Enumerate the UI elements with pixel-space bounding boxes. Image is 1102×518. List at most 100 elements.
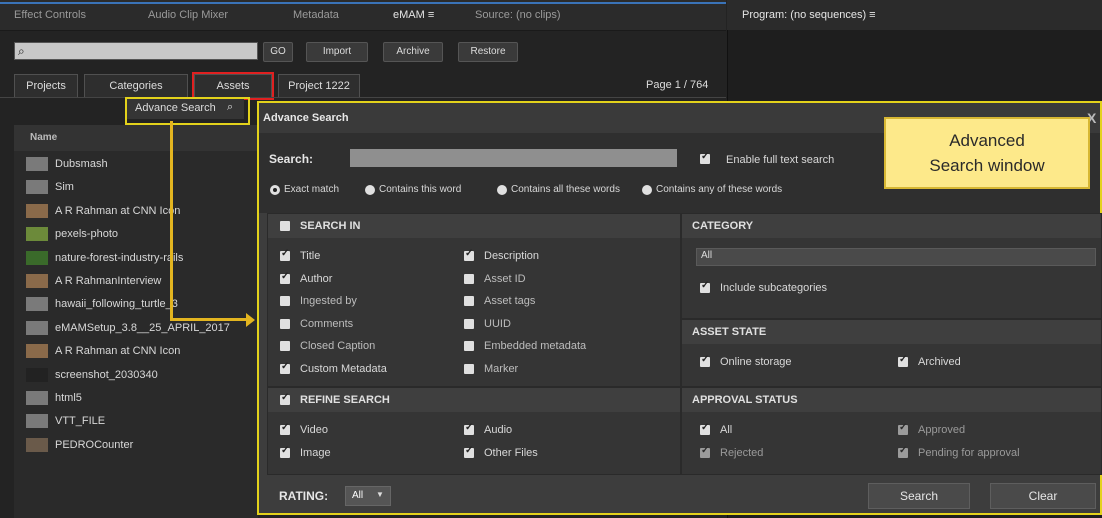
archive-button[interactable]: Archive (383, 42, 443, 62)
assets-highlight-box (192, 72, 274, 100)
archived-label: Archived (918, 356, 961, 368)
active-panel-indicator (0, 2, 726, 4)
approval-all-checkbox[interactable] (700, 422, 710, 435)
radio-contains-any[interactable] (642, 185, 652, 195)
video-checkbox[interactable] (280, 422, 290, 435)
list-item-label: Dubsmash (55, 158, 108, 170)
other-files-label: Other Files (484, 447, 538, 459)
tab-audio-clip-mixer[interactable]: Audio Clip Mixer (148, 9, 228, 21)
search-in-label: Title (300, 250, 321, 262)
go-button[interactable]: GO (263, 42, 293, 62)
pending-checkbox[interactable] (898, 445, 908, 458)
tab-project-1222[interactable]: Project 1222 (278, 74, 360, 98)
search-in-checkbox[interactable] (464, 273, 474, 284)
search-icon: ⌕ (18, 44, 25, 58)
archived-checkbox[interactable] (898, 354, 908, 367)
radio-contains-word[interactable] (365, 185, 375, 195)
tab-effect-controls[interactable]: Effect Controls (14, 9, 86, 21)
tab-emam[interactable]: eMAM ≡ (393, 9, 434, 21)
import-button[interactable]: Import (306, 42, 368, 62)
full-text-checkbox[interactable] (700, 151, 710, 164)
search-in-checkbox[interactable] (280, 248, 290, 261)
search-in-header: SEARCH IN (268, 214, 680, 238)
callout-note: Advanced Search window (884, 117, 1090, 189)
rejected-checkbox[interactable] (700, 445, 710, 458)
approved-label: Approved (918, 424, 966, 436)
audio-checkbox[interactable] (464, 422, 474, 435)
include-subcategories-checkbox[interactable] (700, 280, 710, 293)
asset-thumbnail (26, 344, 48, 359)
search-in-checkbox[interactable] (280, 296, 290, 306)
radio-contains-all[interactable] (497, 185, 507, 195)
rejected-label: Rejected (720, 447, 764, 459)
search-in-label: Ingested by (300, 295, 357, 307)
category-value: All (701, 250, 713, 261)
tab-categories[interactable]: Categories (84, 74, 188, 98)
search-in-checkbox[interactable] (280, 271, 290, 284)
list-item[interactable]: pexels-photo (14, 223, 258, 246)
rating-label: RATING: (279, 489, 329, 503)
clear-button[interactable]: Clear (990, 483, 1096, 509)
search-in-checkbox[interactable] (280, 361, 290, 374)
list-item[interactable]: html5 (14, 387, 258, 410)
category-section: CATEGORY All Include subcategories (681, 213, 1102, 319)
audio-label: Audio (484, 424, 513, 436)
radio-label: Contains all these words (511, 184, 620, 195)
pending-label: Pending for approval (918, 447, 1020, 459)
list-item[interactable]: screenshot_2030340 (14, 364, 258, 387)
list-item[interactable]: A R Rahman at CNN Icon (14, 200, 258, 223)
search-in-checkbox[interactable] (280, 318, 290, 329)
approval-status-section: APPROVAL STATUS All Approved Rejected Pe… (681, 387, 1102, 475)
tab-metadata[interactable]: Metadata (293, 9, 339, 21)
search-in-label: Comments (300, 317, 354, 330)
list-item[interactable]: Sim (14, 176, 258, 199)
list-item[interactable]: nature-forest-industry-rails (14, 247, 258, 270)
restore-button[interactable]: Restore (458, 42, 518, 62)
dialog-search-input[interactable] (350, 149, 677, 167)
asset-thumbnail (26, 157, 48, 171)
list-item-label: html5 (55, 392, 82, 404)
search-input[interactable]: ⌕ (14, 42, 258, 60)
category-select[interactable]: All (696, 248, 1096, 266)
asset-thumbnail (26, 367, 48, 382)
list-item[interactable]: VTT_FILE (14, 410, 258, 433)
list-item-label: pexels-photo (55, 228, 118, 241)
search-button[interactable]: Search (868, 483, 970, 509)
search-in-checkbox[interactable] (464, 363, 474, 374)
online-storage-checkbox[interactable] (700, 354, 710, 367)
refine-search-section: REFINE SEARCH Video Audio Image Other Fi… (267, 387, 681, 475)
search-in-checkbox[interactable] (464, 318, 474, 329)
search-in-checkbox[interactable] (464, 296, 474, 306)
asset-thumbnail (26, 250, 48, 265)
tab-source[interactable]: Source: (no clips) (475, 9, 561, 21)
tab-program[interactable]: Program: (no sequences) ≡ (742, 9, 876, 21)
list-item[interactable]: hawaii_following_turtle_3 (14, 293, 258, 316)
image-checkbox[interactable] (280, 445, 290, 458)
other-files-checkbox[interactable] (464, 445, 474, 458)
list-item-label: Sim (55, 181, 74, 194)
asset-state-header: ASSET STATE (682, 320, 1101, 344)
search-in-all-checkbox[interactable] (280, 221, 290, 231)
list-item-label: A R Rahman at CNN Icon (55, 345, 181, 358)
refine-all-checkbox[interactable] (280, 392, 290, 405)
list-item[interactable]: PEDROCounter (14, 434, 258, 457)
asset-thumbnail (26, 391, 48, 405)
program-tab-bar: Program: (no sequences) ≡ (727, 0, 1102, 30)
radio-label: Contains any of these words (656, 184, 783, 195)
search-in-checkbox[interactable] (464, 248, 474, 261)
tab-projects[interactable]: Projects (14, 74, 78, 98)
search-in-checkbox[interactable] (464, 341, 474, 351)
radio-exact-match[interactable] (270, 185, 280, 195)
video-label: Video (300, 424, 328, 436)
column-header-name[interactable]: Name (14, 125, 258, 151)
search-in-checkbox[interactable] (280, 341, 290, 351)
search-in-label: Author (300, 272, 333, 285)
list-item[interactable]: A R Rahman at CNN Icon (14, 340, 258, 363)
list-item[interactable]: A R RahmanInterview (14, 270, 258, 293)
rating-select[interactable]: All ▼ (345, 486, 391, 506)
radio-label: Exact match (284, 184, 340, 195)
list-item[interactable]: Dubsmash (14, 153, 258, 176)
approved-checkbox[interactable] (898, 422, 908, 435)
include-subcategories-label: Include subcategories (720, 282, 828, 294)
asset-thumbnail (26, 414, 48, 429)
